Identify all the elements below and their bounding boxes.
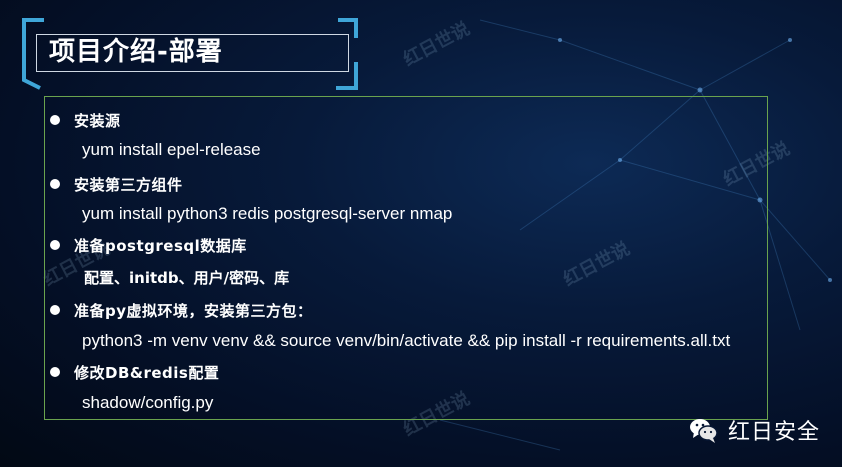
item-heading: 准备postgresql数据库 [74, 236, 247, 255]
bullet-icon [50, 367, 60, 377]
bullet-icon [50, 179, 60, 189]
item-heading: 安装源 [74, 111, 121, 130]
list-item: 准备py虚拟环境，安装第三方包： [50, 298, 313, 322]
item-detail: yum install python3 redis postgresql-ser… [82, 204, 453, 223]
brand-name: 红日安全 [728, 420, 821, 445]
slide-title: 项目介绍-部署 [49, 37, 223, 67]
watermark: 红日世说 [399, 18, 474, 71]
item-heading: 安装第三方组件 [74, 175, 183, 194]
item-detail: 配置、initdb、用户/密码、库 [84, 269, 290, 287]
bullet-icon [50, 240, 60, 250]
slide: 项目介绍-部署 红日世说 红日世说 红日世说 红日世说 红日世说 安装源 yum… [0, 0, 842, 467]
item-detail: yum install epel-release [82, 140, 261, 159]
list-item: 安装源 [50, 108, 121, 132]
bullet-icon [50, 305, 60, 315]
item-heading: 修改DB&redis配置 [74, 363, 220, 382]
item-detail: shadow/config.py [82, 393, 214, 412]
wechat-icon [690, 419, 718, 443]
bullet-icon [50, 115, 60, 125]
item-detail: python3 -m venv venv && source venv/bin/… [82, 331, 731, 350]
list-item: 修改DB&redis配置 [50, 360, 219, 384]
list-item: 准备postgresql数据库 [50, 233, 247, 257]
list-item: 安装第三方组件 [50, 172, 183, 196]
brand-logo: 红日安全 [688, 412, 820, 448]
item-heading: 准备py虚拟环境，安装第三方包： [74, 301, 313, 320]
